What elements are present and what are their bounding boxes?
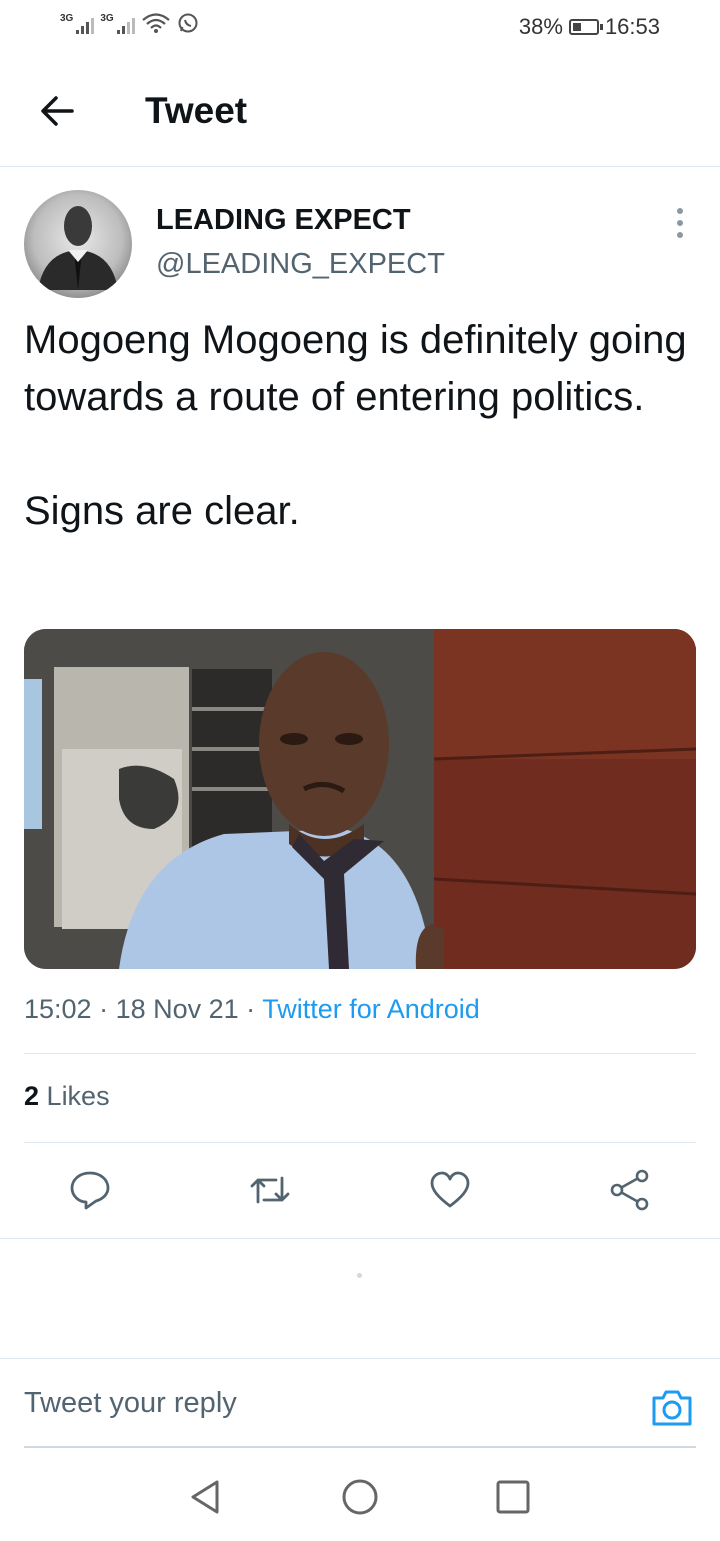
likes-label: Likes (46, 1081, 110, 1111)
tweet-actions (0, 1168, 720, 1212)
user-handle[interactable]: @LEADING_EXPECT (156, 248, 445, 281)
likes-number: 2 (24, 1081, 40, 1111)
reply-icon[interactable] (68, 1168, 112, 1212)
display-name[interactable]: LEADING EXPECT (156, 204, 411, 237)
nav-recents-icon[interactable] (492, 1476, 534, 1518)
retweet-icon[interactable] (248, 1168, 292, 1212)
more-vertical-icon[interactable] (668, 208, 692, 238)
loading-dot (357, 1273, 362, 1278)
divider (24, 1142, 696, 1143)
avatar-figure-icon (38, 206, 118, 290)
share-icon[interactable] (608, 1168, 652, 1212)
tweet-source-link[interactable]: Twitter for Android (262, 994, 480, 1024)
signal-1: 3G (60, 13, 95, 34)
signal-bars-icon (116, 14, 135, 34)
arrow-left-icon[interactable] (36, 90, 78, 132)
status-left: 3G 3G (60, 12, 199, 34)
reply-underline (24, 1446, 696, 1448)
signal-2: 3G (100, 13, 135, 34)
tweet-time: 15:02 (24, 994, 92, 1024)
tweet-text-line: Mogoeng Mogoeng is definitely going towa… (24, 318, 687, 419)
wifi-icon (141, 13, 170, 33)
heart-icon[interactable] (428, 1168, 472, 1212)
signal-bars-icon (76, 14, 95, 34)
battery-level (572, 23, 581, 31)
tweet-text: Mogoeng Mogoeng is definitely going towa… (24, 312, 696, 540)
status-right: 38% 16:53 (519, 14, 660, 40)
whatsapp-icon (178, 13, 198, 33)
nav-home-icon[interactable] (339, 1476, 381, 1518)
signal-2-label: 3G (100, 13, 114, 24)
signal-1-label: 3G (60, 13, 74, 24)
tweet-date: 18 Nov 21 (115, 994, 239, 1024)
system-nav-bar (0, 1452, 720, 1541)
status-time: 16:53 (604, 14, 660, 39)
nav-back-icon[interactable] (185, 1476, 227, 1518)
tweet-text-line: Signs are clear. (24, 489, 300, 533)
avatar[interactable] (24, 190, 132, 298)
reply-input[interactable] (24, 1359, 634, 1447)
likes-count[interactable]: 2 Likes (24, 1081, 110, 1112)
media-illustration (24, 629, 696, 969)
divider (24, 1053, 696, 1054)
battery-icon (568, 19, 603, 35)
tweet-meta: 15:02 · 18 Nov 21 · Twitter for Android (24, 994, 480, 1024)
camera-icon[interactable] (650, 1386, 694, 1430)
reply-bar (0, 1358, 720, 1447)
page-title: Tweet (145, 90, 248, 131)
divider (0, 1238, 720, 1239)
tweet-media-image[interactable] (24, 629, 696, 969)
app-header: Tweet (0, 56, 720, 167)
battery-percent: 38% (518, 14, 563, 39)
status-bar: 3G 3G 38% 16:53 (0, 0, 720, 56)
